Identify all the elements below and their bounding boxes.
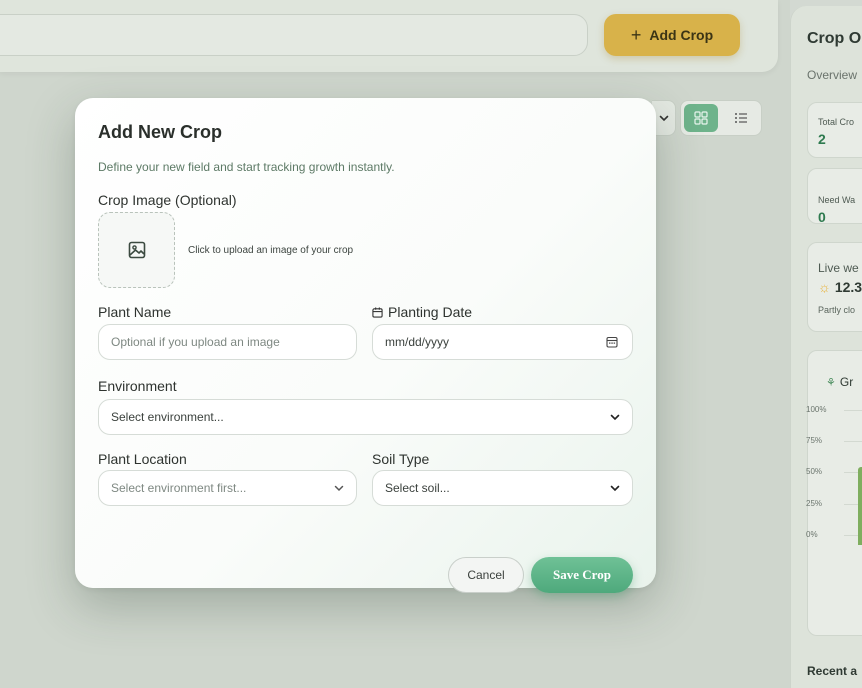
need-water-value: 0 [818,209,826,224]
add-crop-modal: Add New Crop Define your new field and s… [75,98,656,593]
list-view-button[interactable] [724,104,758,132]
soil-type-select[interactable]: Select soil... [372,470,633,506]
growth-title: ⚘ Gr [826,375,853,389]
environment-label: Environment [98,378,177,394]
calendar-icon [372,306,383,318]
panel-title: Crop O [807,30,862,47]
chevron-down-icon [610,485,620,492]
list-icon [735,113,747,123]
modal-title: Add New Crop [98,122,222,142]
weather-description: Partly clo [818,305,856,315]
growth-tick: 75% [806,436,823,445]
plant-name-label: Plant Name [98,304,172,320]
panel-subtitle: Overview [807,68,858,82]
plant-name-input[interactable]: Optional if you upload an image [98,324,357,360]
calendar-picker-icon[interactable] [606,336,618,348]
view-toggle [680,100,762,136]
planting-date-label-wrap: Planting Date [372,304,472,320]
plant-location-value: Select environment first... [111,481,247,495]
search-input[interactable] [0,14,588,56]
chevron-down-icon [610,414,620,421]
plant-location-select[interactable]: Select environment first... [98,470,357,506]
cancel-button[interactable]: Cancel [448,557,524,593]
crop-image-label: Crop Image (Optional) [98,192,237,208]
planting-date-label: Planting Date [388,304,473,320]
weather-card: Live we ☼ 12.3 Partly clo [807,242,862,332]
upload-hint: Click to upload an image of your crop [188,245,354,256]
need-water-card: Need Wa 0 [807,168,862,224]
growth-title-text: Gr [839,375,854,389]
weather-temp-value: 12.3 [834,279,862,295]
sun-icon: ☼ [818,279,831,295]
environment-select[interactable]: Select environment... [98,399,633,435]
chevron-down-icon [334,485,344,492]
grid-view-button[interactable] [684,104,718,132]
growth-chart-card: ⚘ Gr 100% 75% 50% 25% 0% [806,350,862,636]
planting-date-placeholder: mm/dd/yyyy [385,335,450,349]
plus-icon: + [630,24,642,45]
recent-activity-label: Recent a [807,664,858,678]
modal-subtitle: Define your new field and start tracking… [98,160,395,174]
grid-line [844,410,862,411]
need-water-label: Need Wa [818,195,856,205]
grid-icon [694,111,708,125]
total-crops-value: 2 [818,131,826,147]
total-crops-card: Total Cro 2 [807,102,862,158]
add-crop-label: Add Crop [649,27,714,43]
soil-type-label: Soil Type [372,451,430,467]
growth-bar [858,467,862,545]
weather-temp: ☼ 12.3 [818,279,862,295]
weather-label: Live we [818,261,859,275]
total-crops-label: Total Cro [818,117,855,127]
image-icon [128,241,145,259]
grid-line [844,441,862,442]
soil-type-value: Select soil... [385,481,450,495]
growth-tick: 100% [806,405,827,414]
sprout-icon: ⚘ [826,376,836,389]
top-bar: + Add Crop [0,0,778,72]
save-crop-button[interactable]: Save Crop [531,557,633,593]
plant-location-label: Plant Location [98,451,187,467]
growth-tick: 25% [806,499,823,508]
growth-tick: 0% [806,530,818,539]
growth-tick: 50% [806,467,823,476]
add-crop-button[interactable]: + Add Crop [604,14,740,56]
environment-value: Select environment... [111,410,224,424]
planting-date-input[interactable]: mm/dd/yyyy [372,324,633,360]
image-upload-box[interactable] [98,212,175,288]
crop-overview-panel: Crop O Overview Total Cro 2 Need Wa 0 Li… [790,6,862,688]
chevron-down-icon [659,115,668,122]
